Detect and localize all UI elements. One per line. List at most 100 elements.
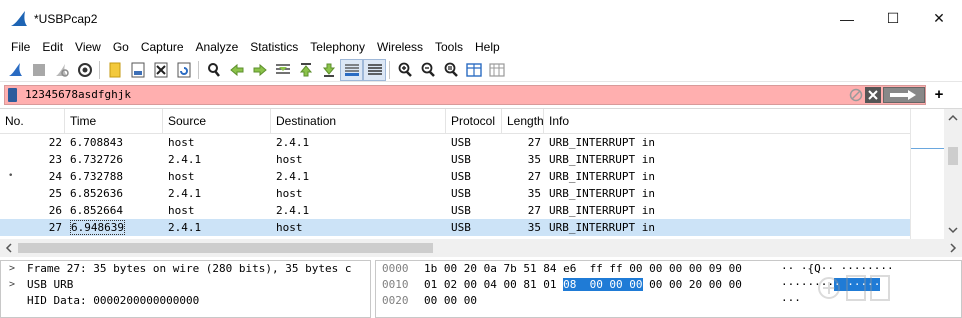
menu-capture[interactable]: Capture (135, 37, 190, 57)
table-row[interactable]: 23 6.732726 2.4.1 host USB 35 URB_INTERR… (0, 151, 910, 168)
restart-icon (55, 63, 69, 77)
normal-size-button[interactable] (439, 59, 462, 81)
autoscroll-button[interactable] (340, 58, 363, 81)
horizontal-scrollbar[interactable] (0, 239, 962, 257)
maximize-button[interactable]: ☐ (870, 0, 916, 37)
go-to-packet-button[interactable] (271, 59, 294, 81)
menu-help[interactable]: Help (469, 37, 506, 57)
packet-protocol: USB (451, 136, 471, 149)
menu-wireless[interactable]: Wireless (371, 37, 429, 57)
start-capture-button[interactable] (4, 59, 27, 81)
packet-info: URB_INTERRUPT in (549, 170, 655, 183)
display-filter-box: 12345678asdfghjk (4, 85, 926, 105)
menu-file[interactable]: File (5, 37, 36, 57)
find-packet-button[interactable] (202, 59, 225, 81)
first-packet-button[interactable] (294, 59, 317, 81)
zoom-in-button[interactable] (393, 59, 416, 81)
bookmark-icon[interactable] (8, 88, 17, 102)
expand-subtrees-button[interactable] (485, 59, 508, 81)
horizontal-scroll-thumb[interactable] (18, 243, 433, 253)
display-filter-input[interactable]: 12345678asdfghjk (25, 86, 725, 104)
packet-source: 2.4.1 (168, 153, 202, 166)
column-length[interactable]: Length (502, 109, 544, 134)
column-destination[interactable]: Destination (271, 109, 446, 134)
go-back-button[interactable] (225, 59, 248, 81)
restart-capture-button[interactable] (50, 59, 73, 81)
menu-statistics[interactable]: Statistics (244, 37, 304, 57)
resize-columns-button[interactable] (462, 59, 485, 81)
selected-table-row[interactable]: 27 6.948639 2.4.1 host USB 35 URB_INTERR… (0, 219, 910, 236)
go-to-packet-icon (275, 63, 290, 74)
table-row[interactable]: 25 6.852636 2.4.1 host USB 35 URB_INTERR… (0, 185, 910, 202)
close-icon (868, 90, 878, 100)
column-source[interactable]: Source (163, 109, 271, 134)
expand-arrow-icon[interactable]: > (9, 277, 15, 293)
detail-row-hid-data[interactable]: HID Data: 0000200000000000 (1, 293, 370, 309)
menu-analyze[interactable]: Analyze (190, 37, 245, 57)
invalid-filter-icon (849, 88, 863, 102)
packet-protocol: USB (451, 187, 471, 200)
menu-tools[interactable]: Tools (429, 37, 469, 57)
save-file-button[interactable] (126, 59, 149, 81)
zoom-out-button[interactable] (416, 59, 439, 81)
last-packet-button[interactable] (317, 59, 340, 81)
packet-time: 6.708843 (70, 136, 123, 149)
scroll-down-icon (948, 227, 958, 234)
packet-info: URB_INTERRUPT in (549, 153, 655, 166)
column-no[interactable]: No. (0, 109, 65, 134)
hex-bytes-text: 01 02 00 04 00 81 01 (424, 278, 564, 291)
capture-options-button[interactable] (73, 59, 96, 81)
packet-list: No. Time Source Destination Protocol Len… (0, 108, 962, 258)
colorize-button[interactable] (363, 58, 386, 81)
scroll-up-icon (948, 114, 958, 121)
open-file-button[interactable] (103, 59, 126, 81)
table-row[interactable]: 26 6.852664 host 2.4.1 USB 27 URB_INTERR… (0, 202, 910, 219)
column-time[interactable]: Time (65, 109, 163, 134)
first-packet-icon (299, 62, 312, 76)
table-row[interactable]: • 24 6.732788 host 2.4.1 USB 27 URB_INTE… (0, 168, 910, 185)
packet-destination: 2.4.1 (276, 136, 310, 149)
packet-time: 6.852664 (70, 204, 123, 217)
packet-destination: host (276, 153, 303, 166)
detail-text: USB URB (27, 278, 74, 291)
plus-icon: + (934, 86, 944, 103)
open-file-icon (109, 62, 120, 77)
vertical-scrollbar[interactable] (944, 109, 962, 239)
menu-telephony[interactable]: Telephony (304, 37, 371, 57)
shark-fin-start-icon (8, 62, 22, 76)
close-icon: ✕ (933, 10, 945, 26)
packet-length: 35 (527, 153, 541, 166)
table-row[interactable]: 22 6.708843 host 2.4.1 USB 27 URB_INTERR… (0, 134, 910, 151)
detail-row-usb-urb[interactable]: > USB URB (1, 277, 370, 293)
add-filter-button[interactable]: + (932, 84, 946, 106)
maximize-icon: ☐ (886, 10, 900, 26)
ascii-text: ··· (781, 294, 801, 307)
column-info[interactable]: Info (544, 109, 910, 134)
packet-time: 6.852636 (70, 187, 123, 200)
close-button[interactable]: ✕ (916, 0, 962, 37)
stop-capture-button[interactable] (27, 59, 50, 81)
minimize-button[interactable]: — (824, 0, 870, 37)
zoom-in-icon (398, 62, 412, 77)
back-arrow-icon (229, 63, 243, 76)
packet-time: 6.732726 (70, 153, 123, 166)
menu-go[interactable]: Go (107, 37, 135, 57)
go-forward-button[interactable] (248, 59, 271, 81)
column-protocol[interactable]: Protocol (446, 109, 502, 134)
detail-row-frame[interactable]: > Frame 27: 35 bytes on wire (280 bits),… (1, 261, 370, 277)
arrow-right-icon (890, 90, 916, 100)
packet-minimap[interactable] (910, 109, 945, 239)
clear-filter-button[interactable] (865, 87, 881, 103)
expand-arrow-icon[interactable]: > (9, 261, 15, 277)
autoscroll-icon (344, 63, 359, 76)
packet-source: host (168, 204, 195, 217)
normal-size-icon (444, 62, 458, 77)
close-file-button[interactable] (149, 59, 172, 81)
apply-filter-button[interactable] (883, 87, 925, 103)
related-packet-mark: • (8, 171, 14, 181)
reload-file-button[interactable] (172, 59, 195, 81)
vertical-scroll-thumb[interactable] (948, 147, 958, 165)
packet-no: 25 (48, 187, 62, 200)
menu-view[interactable]: View (69, 37, 107, 57)
menu-edit[interactable]: Edit (36, 37, 69, 57)
